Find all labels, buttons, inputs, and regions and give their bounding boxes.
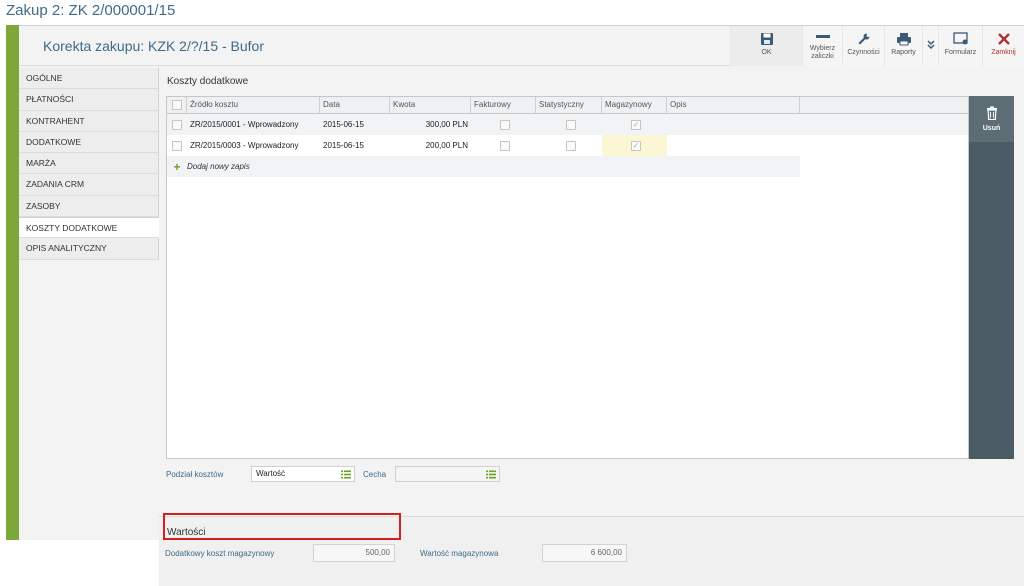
column-header[interactable]: Magazynowy bbox=[602, 97, 667, 113]
cost-split-select[interactable]: Wartość bbox=[251, 466, 355, 482]
check-icon: ✓ bbox=[631, 140, 641, 151]
table-row[interactable]: ZR/2015/0001 - Wprowadzony 2015-06-15 30… bbox=[167, 114, 968, 135]
cell-amount: 200,00 PLN bbox=[425, 141, 468, 150]
column-header[interactable]: Kwota bbox=[390, 97, 471, 113]
row-checkbox[interactable] bbox=[167, 114, 187, 135]
row-checkbox[interactable] bbox=[167, 135, 187, 156]
document-header: Korekta zakupu: KZK 2/?/15 - Bufor OK Wy… bbox=[19, 26, 1024, 66]
stock-value-label: Wartość magazynowa bbox=[420, 548, 499, 558]
section-title: Koszty dodatkowe bbox=[167, 76, 249, 87]
nav-item-zasoby[interactable]: ZASOBY bbox=[19, 195, 159, 218]
cost-split-row: Podział kosztów Wartość Cecha bbox=[166, 464, 500, 484]
magazynowy-checkbox[interactable]: ✓ bbox=[602, 114, 667, 135]
close-icon bbox=[997, 33, 1010, 45]
nav-item-zadania-crm[interactable]: ZADANIA CRM bbox=[19, 174, 159, 196]
nav-item-dodatkowe[interactable]: DODATKOWE bbox=[19, 131, 159, 154]
stock-value-field: Wartość magazynowa 6 600,00 bbox=[420, 544, 627, 562]
actions-button[interactable]: Czynności bbox=[842, 26, 884, 66]
toolbar: OK Wybierz zaliczki Czynności Raporty Fo… bbox=[730, 26, 1024, 66]
list-icon bbox=[341, 470, 351, 479]
chevron-down-icon bbox=[926, 40, 935, 50]
cell-opis[interactable] bbox=[667, 135, 800, 156]
column-header[interactable]: Fakturowy bbox=[471, 97, 536, 113]
plus-icon: + bbox=[173, 159, 181, 174]
delete-button[interactable]: Usuń bbox=[969, 96, 1014, 142]
nav-item-kontrahent[interactable]: KONTRAHENT bbox=[19, 110, 159, 132]
nav-item-marza[interactable]: MARŻA bbox=[19, 153, 159, 175]
form-icon bbox=[952, 32, 968, 45]
check-icon: ✓ bbox=[631, 119, 641, 130]
delete-label: Usuń bbox=[982, 125, 1001, 132]
minus-icon bbox=[815, 35, 830, 38]
main-content: Koszty dodatkowe Źródło kosztu Data Kwot… bbox=[159, 68, 1024, 586]
left-nav: OGÓLNE PŁATNOŚCI KONTRAHENT DODATKOWE MA… bbox=[19, 68, 159, 260]
nav-item-opis-analityczny[interactable]: OPIS ANALITYCZNY bbox=[19, 238, 159, 260]
feature-select[interactable] bbox=[395, 466, 500, 482]
more-options-button[interactable] bbox=[922, 26, 938, 66]
actions-label: Czynności bbox=[847, 49, 880, 56]
column-header[interactable]: Opis bbox=[667, 97, 800, 113]
cell-amount: 300,00 PLN bbox=[425, 120, 468, 129]
statystyczny-checkbox[interactable] bbox=[536, 135, 602, 156]
feature-label: Cecha bbox=[363, 469, 387, 479]
ok-label: OK bbox=[761, 49, 772, 56]
extra-cost-field: Dodatkowy koszt magazynowy 500,00 bbox=[165, 544, 395, 562]
select-advances-label-2: zaliczki bbox=[811, 53, 834, 60]
wrench-icon bbox=[858, 33, 869, 45]
column-header[interactable]: Źródło kosztu bbox=[187, 97, 320, 113]
document-title: Korekta zakupu: KZK 2/?/15 - Bufor bbox=[43, 38, 265, 54]
column-header[interactable]: Data bbox=[320, 97, 390, 113]
close-button[interactable]: Zamknij bbox=[982, 26, 1024, 66]
fakturowy-checkbox[interactable] bbox=[471, 114, 536, 135]
highlight-frame bbox=[163, 513, 401, 540]
close-label: Zamknij bbox=[991, 49, 1016, 56]
reports-button[interactable]: Raporty bbox=[884, 26, 922, 66]
grid-header: Źródło kosztu Data Kwota Fakturowy Staty… bbox=[167, 97, 968, 114]
select-all-checkbox[interactable] bbox=[167, 97, 187, 113]
list-icon bbox=[486, 470, 496, 479]
cell-date: 2015-06-15 bbox=[323, 141, 364, 150]
green-accent-bar bbox=[6, 25, 19, 540]
magazynowy-checkbox[interactable]: ✓ bbox=[602, 135, 667, 156]
form-label: Formularz bbox=[944, 49, 977, 56]
stock-value-value[interactable]: 6 600,00 bbox=[542, 544, 627, 562]
cell-date: 2015-06-15 bbox=[323, 120, 364, 129]
select-advances-button[interactable]: Wybierz zaliczki bbox=[802, 26, 842, 66]
table-row[interactable]: ZR/2015/0003 - Wprowadzony 2015-06-15 20… bbox=[167, 135, 968, 156]
save-icon bbox=[760, 33, 773, 45]
extra-cost-value[interactable]: 500,00 bbox=[313, 544, 395, 562]
cost-split-value: Wartość bbox=[256, 469, 286, 478]
app-title: Zakup 2: ZK 2/000001/15 bbox=[6, 2, 176, 19]
nav-item-koszty-dodatkowe[interactable]: KOSZTY DODATKOWE bbox=[19, 217, 159, 239]
cell-source: ZR/2015/0001 - Wprowadzony bbox=[190, 120, 299, 129]
document-window: Korekta zakupu: KZK 2/?/15 - Bufor OK Wy… bbox=[19, 25, 1024, 586]
fakturowy-checkbox[interactable] bbox=[471, 135, 536, 156]
cell-opis[interactable] bbox=[667, 114, 800, 135]
statystyczny-checkbox[interactable] bbox=[536, 114, 602, 135]
add-new-row-label: Dodaj nowy zapis bbox=[187, 162, 250, 171]
form-button[interactable]: Formularz bbox=[938, 26, 982, 66]
extra-cost-label: Dodatkowy koszt magazynowy bbox=[165, 548, 275, 558]
ok-button[interactable]: OK bbox=[730, 26, 802, 66]
add-new-row[interactable]: + Dodaj nowy zapis bbox=[167, 156, 800, 177]
cell-source: ZR/2015/0003 - Wprowadzony bbox=[190, 141, 299, 150]
cost-split-label: Podział kosztów bbox=[166, 469, 224, 479]
nav-item-ogolne[interactable]: OGÓLNE bbox=[19, 68, 159, 90]
reports-label: Raporty bbox=[891, 49, 916, 56]
column-header[interactable]: Statystyczny bbox=[536, 97, 602, 113]
trash-icon bbox=[986, 106, 997, 120]
nav-item-platnosci[interactable]: PŁATNOŚCI bbox=[19, 89, 159, 111]
grid-side-panel: Usuń bbox=[969, 96, 1014, 459]
select-advances-label-1: Wybierz bbox=[809, 45, 836, 52]
printer-icon bbox=[896, 33, 911, 46]
costs-grid: Źródło kosztu Data Kwota Fakturowy Staty… bbox=[166, 96, 969, 459]
